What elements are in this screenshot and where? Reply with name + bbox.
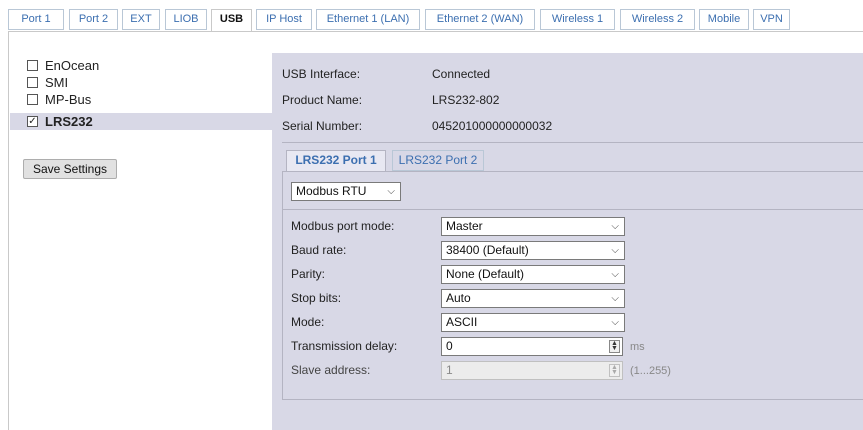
- checkbox-smi[interactable]: [27, 77, 38, 88]
- usb-detail-panel: USB Interface: Connected Product Name: L…: [272, 53, 863, 430]
- modbus-port-mode-label: Modbus port mode:: [291, 219, 395, 233]
- device-item-mp-bus[interactable]: MP-Bus: [10, 91, 272, 108]
- modbus-port-mode-value: Master: [446, 219, 483, 233]
- baud-rate-value: 38400 (Default): [446, 243, 529, 257]
- tab-port-1[interactable]: Port 1: [8, 9, 64, 30]
- chevron-down-icon: ⌵: [611, 221, 619, 232]
- tab-lrs232-port-2[interactable]: LRS232 Port 2: [392, 150, 484, 171]
- transmission-delay-label: Transmission delay:: [291, 339, 398, 353]
- transmission-delay-value: 0: [446, 339, 453, 353]
- slave-address-label: Slave address:: [291, 363, 371, 377]
- device-item-lrs232[interactable]: ✓ LRS232: [10, 113, 272, 130]
- divider: [282, 142, 863, 143]
- tab-mobile[interactable]: Mobile: [699, 9, 749, 30]
- tab-ext[interactable]: EXT: [122, 9, 160, 30]
- spin-arrows-icon[interactable]: ▲ ▼: [609, 340, 620, 353]
- device-item-enocean[interactable]: EnOcean: [10, 57, 272, 74]
- tab-lrs232-port-1[interactable]: LRS232 Port 1: [286, 150, 386, 172]
- mode-value: ASCII: [446, 315, 478, 329]
- tab-ethernet-1-lan[interactable]: Ethernet 1 (LAN): [316, 9, 420, 30]
- serial-number-label: Serial Number:: [282, 119, 363, 133]
- product-name-label: Product Name:: [282, 93, 363, 107]
- protocol-value: Modbus RTU: [296, 184, 367, 198]
- stop-bits-select[interactable]: Auto ⌵: [441, 289, 625, 308]
- checkmark-icon: ✓: [28, 116, 37, 127]
- chevron-down-icon: ⌵: [387, 186, 395, 197]
- parity-value: None (Default): [446, 267, 525, 281]
- checkbox-mp-bus[interactable]: [27, 94, 38, 105]
- transmission-delay-input[interactable]: 0 ▲ ▼: [441, 337, 623, 356]
- slave-address-range: (1...255): [630, 365, 671, 377]
- chevron-down-icon: ⌵: [611, 269, 619, 280]
- protocol-select[interactable]: Modbus RTU ⌵: [291, 182, 401, 201]
- device-item-smi[interactable]: SMI: [10, 74, 272, 91]
- modbus-port-mode-select[interactable]: Master ⌵: [441, 217, 625, 236]
- parity-select[interactable]: None (Default) ⌵: [441, 265, 625, 284]
- save-settings-button[interactable]: Save Settings: [23, 159, 117, 179]
- chevron-down-icon: ⌵: [611, 293, 619, 304]
- chevron-down-icon: ⌵: [611, 317, 619, 328]
- tab-usb[interactable]: USB: [211, 9, 252, 32]
- baud-rate-select[interactable]: 38400 (Default) ⌵: [441, 241, 625, 260]
- tab-liob[interactable]: LIOB: [165, 9, 207, 30]
- slave-address-value: 1: [446, 363, 453, 377]
- stop-bits-value: Auto: [446, 291, 471, 305]
- parity-label: Parity:: [291, 267, 326, 281]
- checkbox-lrs232[interactable]: ✓: [27, 116, 38, 127]
- port-settings-panel: Modbus RTU ⌵ Modbus port mode: Master ⌵ …: [282, 171, 863, 400]
- tab-wireless-2[interactable]: Wireless 2: [620, 9, 695, 30]
- divider: [283, 209, 863, 210]
- tab-ip-host[interactable]: IP Host: [256, 9, 312, 30]
- device-label: EnOcean: [45, 58, 100, 73]
- usb-interface-value: Connected: [432, 67, 491, 81]
- device-label: SMI: [45, 75, 69, 90]
- top-tab-bar: Port 1 Port 2 EXT LIOB USB IP Host Ether…: [0, 0, 863, 34]
- baud-rate-label: Baud rate:: [291, 243, 347, 257]
- tab-ethernet-2-wan[interactable]: Ethernet 2 (WAN): [425, 9, 535, 30]
- chevron-down-icon: ⌵: [611, 245, 619, 256]
- slave-address-input[interactable]: 1 ▲ ▼: [441, 361, 623, 380]
- tab-wireless-1[interactable]: Wireless 1: [540, 9, 615, 30]
- usb-interface-label: USB Interface:: [282, 67, 361, 81]
- serial-number-value: 045201000000000032: [432, 119, 553, 133]
- product-name-value: LRS232-802: [432, 93, 500, 107]
- device-label: MP-Bus: [45, 92, 92, 107]
- mode-select[interactable]: ASCII ⌵: [441, 313, 625, 332]
- device-label: LRS232: [45, 114, 93, 129]
- tab-port-2[interactable]: Port 2: [69, 9, 118, 30]
- mode-label: Mode:: [291, 315, 325, 329]
- transmission-delay-unit: ms: [630, 341, 645, 353]
- stop-bits-label: Stop bits:: [291, 291, 342, 305]
- tab-vpn[interactable]: VPN: [753, 9, 790, 30]
- checkbox-enocean[interactable]: [27, 60, 38, 71]
- spin-arrows-icon[interactable]: ▲ ▼: [609, 364, 620, 377]
